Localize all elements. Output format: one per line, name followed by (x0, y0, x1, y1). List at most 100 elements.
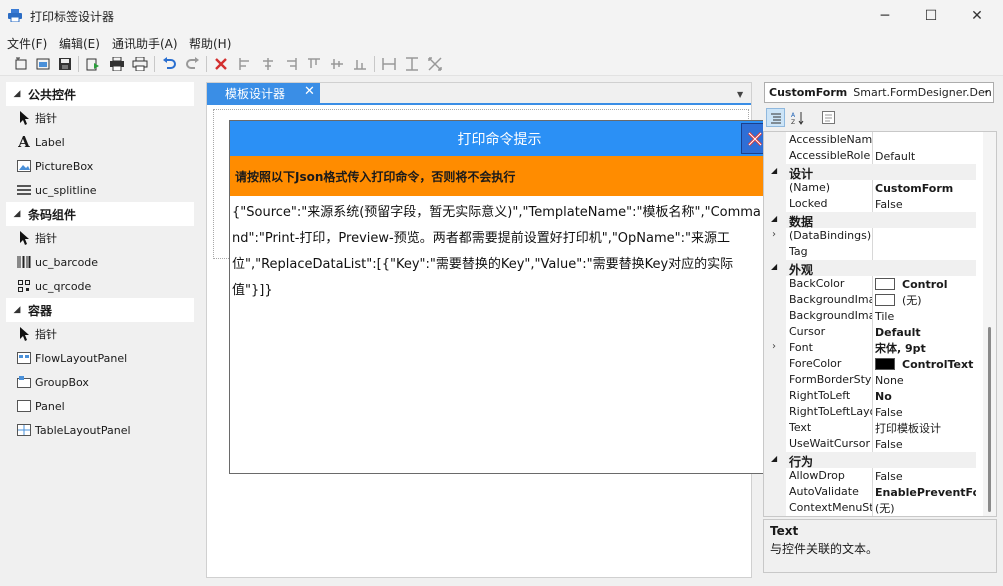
toolbox-item-pointer[interactable]: 指针 (6, 106, 194, 130)
property-category[interactable]: ◢ 设计 (764, 164, 976, 181)
property-value[interactable] (872, 228, 976, 244)
property-value[interactable]: (无) (872, 292, 976, 308)
property-value[interactable] (872, 244, 976, 260)
toolbox-item-flowlayoutpanel[interactable]: FlowLayoutPanel (6, 346, 194, 370)
property-value[interactable]: False (872, 404, 976, 420)
undo-icon[interactable] (160, 55, 178, 73)
save-icon[interactable] (56, 55, 74, 73)
new-icon[interactable] (12, 55, 30, 73)
align-left-icon[interactable] (236, 55, 254, 73)
toolbox-item-barcode[interactable]: uc_barcode (6, 250, 194, 274)
property-pages-icon[interactable] (819, 108, 838, 127)
property-row[interactable]: Text 打印模板设计 (764, 420, 976, 436)
align-top-icon[interactable] (305, 55, 323, 73)
property-value[interactable]: No (872, 388, 976, 404)
property-value[interactable]: Default (872, 324, 976, 340)
align-middle-icon[interactable] (328, 55, 346, 73)
redo-icon[interactable] (184, 55, 202, 73)
menu-edit[interactable]: 编辑(E) (59, 35, 100, 52)
property-value[interactable]: EnablePreventFoc (872, 484, 976, 500)
svg-text:Z: Z (791, 119, 795, 125)
property-row[interactable]: UseWaitCursor False (764, 436, 976, 452)
toolbox-item-splitline[interactable]: uc_splitline (6, 178, 194, 202)
print-setup-icon[interactable] (108, 55, 126, 73)
property-row[interactable]: ContextMenuStr (无) (764, 500, 976, 516)
property-value[interactable]: (无) (872, 500, 976, 516)
toolbox-item-groupbox[interactable]: GroupBox (6, 370, 194, 394)
toolbox-item-qrcode[interactable]: uc_qrcode (6, 274, 194, 298)
property-value[interactable]: 宋体, 9pt (872, 340, 976, 356)
property-row[interactable]: BackColor Control (764, 276, 976, 292)
property-value[interactable]: ControlText (872, 356, 976, 372)
property-row[interactable]: Locked False (764, 196, 976, 212)
property-value[interactable]: CustomForm (872, 180, 976, 196)
property-category[interactable]: ◢ 外观 (764, 260, 976, 277)
property-value-text: CustomForm (875, 181, 954, 195)
maximize-icon: ☐ (924, 8, 938, 24)
property-row[interactable]: (Name) CustomForm (764, 180, 976, 196)
toolbox-item-tablelayoutpanel[interactable]: TableLayoutPanel (6, 418, 194, 442)
property-category[interactable]: ◢ 行为 (764, 452, 976, 469)
property-value[interactable]: Default (872, 148, 976, 164)
property-row[interactable]: › Font 宋体, 9pt (764, 340, 976, 356)
property-row[interactable]: RightToLeft No (764, 388, 976, 404)
toolbox-item-pointer[interactable]: 指针 (6, 322, 194, 346)
toolbox-group-containers[interactable]: ◢ 容器 (6, 298, 194, 322)
property-value[interactable]: False (872, 196, 976, 212)
align-bottom-icon[interactable] (351, 55, 369, 73)
property-category[interactable]: ◢ 数据 (764, 212, 976, 229)
menu-file[interactable]: 文件(F) (7, 35, 47, 52)
property-row[interactable]: ForeColor ControlText (764, 356, 976, 372)
property-row[interactable]: BackgroundImag Tile (764, 308, 976, 324)
scrollbar-thumb[interactable] (988, 327, 991, 512)
close-tab-icon[interactable]: ✕ (304, 84, 315, 99)
menu-help[interactable]: 帮助(H) (189, 35, 231, 52)
toolbox-item-picturebox[interactable]: PictureBox (6, 154, 194, 178)
same-height-icon[interactable] (403, 55, 421, 73)
align-center-icon[interactable] (259, 55, 277, 73)
collapse-icon: ◢ (13, 89, 21, 99)
property-row[interactable]: FormBorderStyle None (764, 372, 976, 388)
delete-icon[interactable] (212, 55, 230, 73)
property-value[interactable]: False (872, 436, 976, 452)
property-value[interactable]: 打印模板设计 (872, 420, 976, 436)
toolbox-item-pointer[interactable]: 指针 (6, 226, 194, 250)
same-width-icon[interactable] (380, 55, 398, 73)
close-window-button[interactable]: ✕ (954, 0, 1000, 32)
property-value[interactable]: None (872, 372, 976, 388)
property-row[interactable]: AllowDrop False (764, 468, 976, 484)
property-row[interactable]: AccessibleRole Default (764, 148, 976, 164)
menu-comm-assistant[interactable]: 通讯助手(A) (112, 35, 178, 52)
chevron-down-icon: ⌄ (982, 86, 990, 96)
categorized-icon[interactable] (766, 108, 785, 127)
property-row[interactable]: › (DataBindings) (764, 228, 976, 244)
property-row[interactable]: AutoValidate EnablePreventFoc (764, 484, 976, 500)
toolbox-item-label[interactable]: A Label (6, 130, 194, 154)
minimize-button[interactable]: ─ (862, 0, 908, 32)
expand-icon[interactable]: › (772, 341, 776, 352)
property-row[interactable]: BackgroundImag (无) (764, 292, 976, 308)
align-right-icon[interactable] (282, 55, 300, 73)
alphabetical-icon[interactable]: AZ (788, 108, 807, 127)
property-row[interactable]: AccessibleName (764, 132, 976, 148)
maximize-button[interactable]: ☐ (908, 0, 954, 32)
property-value[interactable]: Control (872, 276, 976, 292)
print-preview-icon[interactable] (84, 55, 102, 73)
toolbox-group-barcode[interactable]: ◢ 条码组件 (6, 202, 194, 226)
open-icon[interactable] (34, 55, 52, 73)
property-value[interactable] (872, 132, 976, 148)
property-grid-scrollbar[interactable] (983, 132, 996, 516)
tab-list-dropdown-icon[interactable]: ▼ (737, 90, 743, 99)
property-row[interactable]: Tag (764, 244, 976, 260)
property-value[interactable]: False (872, 468, 976, 484)
property-row[interactable]: RightToLeftLayo False (764, 404, 976, 420)
property-row[interactable]: Cursor Default (764, 324, 976, 340)
toolbox-group-common[interactable]: ◢ 公共控件 (6, 82, 194, 106)
object-selector[interactable]: CustomForm Smart.FormDesigner.Den ⌄ (764, 82, 994, 103)
expand-icon[interactable]: › (772, 229, 776, 240)
tab-template-designer[interactable]: 模板设计器 ✕ (207, 83, 320, 103)
toolbox-item-panel[interactable]: Panel (6, 394, 194, 418)
property-value[interactable]: Tile (872, 308, 976, 324)
print-icon[interactable] (131, 55, 149, 73)
same-size-icon[interactable] (426, 55, 444, 73)
